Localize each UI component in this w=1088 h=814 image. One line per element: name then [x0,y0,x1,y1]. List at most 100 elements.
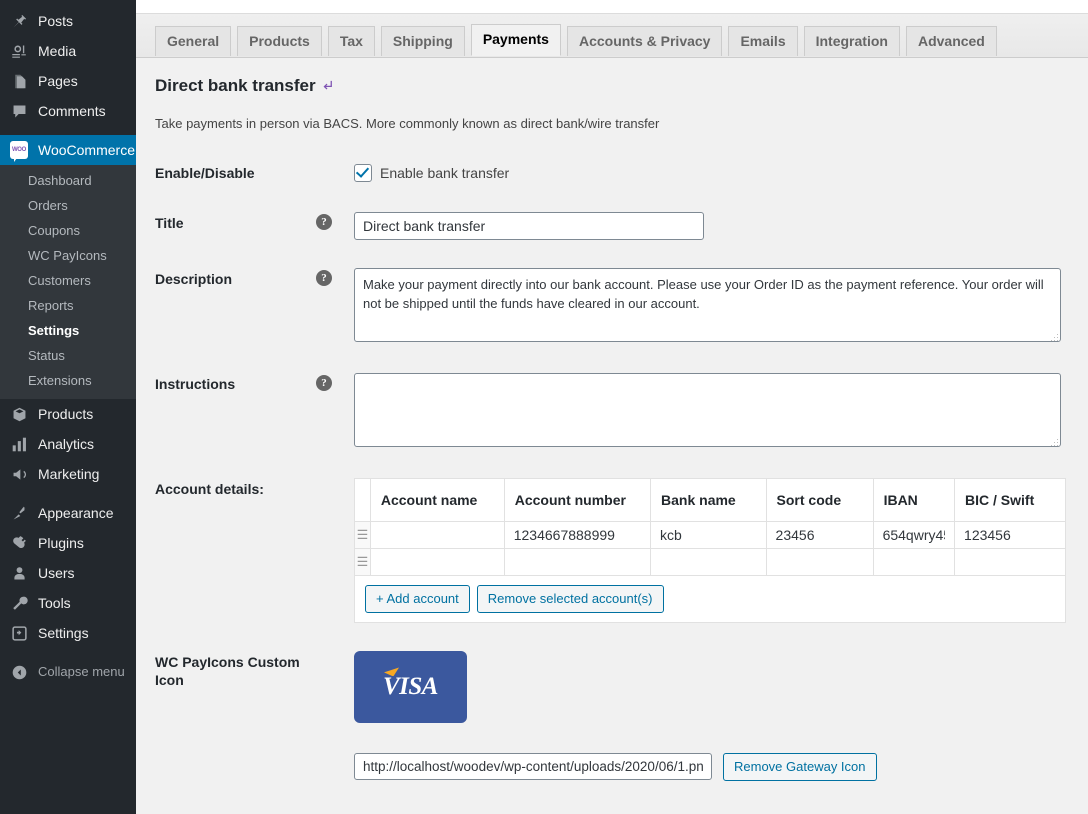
sidebar-item-label: Posts [38,13,74,29]
sidebar-separator [0,648,136,657]
submenu-item-settings[interactable]: Settings [0,318,136,343]
cell-sort-code[interactable] [766,521,873,548]
sidebar-item-pages[interactable]: Pages [0,66,136,96]
field-row-instructions: Instructions ? [155,359,1076,464]
sidebar-item-woocommerce[interactable]: WOO WooCommerce [0,135,144,165]
field-label-instructions: Instructions ? [155,359,354,464]
visa-brand-text: VISA [383,673,438,701]
cell-account-name[interactable] [370,521,504,548]
cell-iban[interactable] [873,548,955,575]
return-arrow-icon[interactable] [323,80,334,95]
submenu-item-coupons[interactable]: Coupons [0,218,136,243]
settings-form-table: Enable/Disable Enable bank transfer Titl… [155,148,1076,795]
submit-row: Save changes [155,808,1076,814]
account-details-panel: Account name Account number Bank name So… [354,477,1066,623]
page-description: Take payments in person via BACS. More c… [155,116,660,132]
sidebar-item-posts[interactable]: Posts [0,6,136,36]
products-icon [9,404,29,424]
sidebar-item-label: Products [38,406,94,422]
cell-iban[interactable] [873,521,955,548]
cell-sort-code[interactable] [766,548,873,575]
page-title: Direct bank transfer [155,75,1076,97]
tab-payments[interactable]: Payments [470,24,561,56]
tab-emails[interactable]: Emails [728,26,798,56]
instructions-textarea[interactable] [354,372,1061,447]
admin-sidebar: Posts Media Pages Comments WOO WooCommer… [0,0,144,814]
help-tip-icon[interactable]: ? [316,374,332,391]
submenu-item-reports[interactable]: Reports [0,293,136,318]
cell-account-name[interactable] [370,548,504,575]
cell-account-number[interactable] [504,548,651,575]
table-row: ☰ [355,548,1065,576]
column-header-sort-code: Sort code [766,478,874,522]
field-label-enable: Enable/Disable [155,148,354,198]
sidebar-item-label: Analytics [38,436,95,452]
sidebar-item-settings[interactable]: Settings [0,618,136,648]
add-account-button[interactable]: + Add account [365,584,470,613]
sidebar-item-label: Media [38,43,77,59]
cell-bank-name[interactable] [651,521,766,548]
column-header-iban: IBAN [873,478,956,522]
submenu-item-wc-payicons[interactable]: WC PayIcons [0,243,136,268]
tab-tax[interactable]: Tax [327,26,375,56]
drag-handle-icon[interactable]: ☰ [355,521,371,549]
cell-account-number[interactable] [504,521,651,548]
settings-icon [9,623,29,643]
sidebar-item-label: Plugins [38,535,84,551]
drag-handle-icon[interactable]: ☰ [355,548,371,576]
media-icon [9,41,29,61]
appearance-icon [9,503,29,523]
sidebar-collapse-label: Collapse menu [38,664,125,679]
field-row-enable: Enable/Disable Enable bank transfer [155,148,1076,198]
sidebar-item-comments[interactable]: Comments [0,96,136,126]
submenu-item-extensions[interactable]: Extensions [0,368,136,393]
field-label-text: Enable/Disable [155,164,255,181]
submenu-item-orders[interactable]: Orders [0,193,136,218]
submenu-item-customers[interactable]: Customers [0,268,136,293]
sidebar-item-users[interactable]: Users [0,558,136,588]
field-label-text: Account details: [155,480,264,497]
enable-checkbox-row[interactable]: Enable bank transfer [354,162,1066,182]
tab-accounts-privacy[interactable]: Accounts & Privacy [566,26,723,56]
gateway-icon-url-row: Remove Gateway Icon [354,752,1066,781]
pages-icon [9,71,29,91]
sidebar-item-products[interactable]: Products [0,399,136,429]
cell-bic-swift[interactable] [955,548,1065,575]
woocommerce-badge-label: WOO [11,147,27,153]
cell-bic-swift[interactable] [955,521,1065,548]
sidebar-item-media[interactable]: Media [0,36,136,66]
sidebar-item-appearance[interactable]: Appearance [0,498,136,528]
enable-bank-transfer-checkbox[interactable] [354,163,372,182]
sidebar-item-plugins[interactable]: Plugins [0,528,136,558]
submenu-item-status[interactable]: Status [0,343,136,368]
help-tip-icon[interactable]: ? [316,213,332,230]
title-input[interactable] [354,211,704,240]
tab-products[interactable]: Products [237,26,322,56]
field-label-text: Instructions [155,375,236,392]
tab-shipping[interactable]: Shipping [380,26,465,56]
sidebar-item-label: Tools [38,595,71,611]
sidebar-item-marketing[interactable]: Marketing [0,459,136,489]
tab-general[interactable]: General [155,26,232,56]
gateway-icon-url-input[interactable] [354,753,712,781]
sidebar-item-tools[interactable]: Tools [0,588,136,618]
remove-selected-accounts-button[interactable]: Remove selected account(s) [476,584,664,613]
field-label-custom-icon: WC PayIcons Custom Icon [155,637,354,795]
settings-content: Direct bank transfer Take payments in pe… [136,75,1088,814]
comments-icon [9,101,29,121]
field-label-text: Title [155,214,184,231]
sidebar-collapse-menu[interactable]: Collapse menu [0,657,136,687]
tab-integration[interactable]: Integration [803,26,900,56]
sidebar-item-analytics[interactable]: Analytics [0,429,136,459]
woocommerce-submenu: Dashboard Orders Coupons WC PayIcons Cus… [0,165,136,399]
cell-bank-name[interactable] [651,548,766,575]
settings-tabs-bar: General Products Tax Shipping Payments A… [136,14,1088,58]
sidebar-item-label: Users [38,565,75,581]
description-textarea[interactable]: Make your payment directly into our bank… [354,267,1061,342]
tab-advanced[interactable]: Advanced [905,26,997,56]
help-tip-icon[interactable]: ? [316,269,332,286]
page-title-text: Direct bank transfer [155,76,316,95]
field-label-text: WC PayIcons Custom Icon [155,653,300,689]
submenu-item-dashboard[interactable]: Dashboard [0,168,136,193]
remove-gateway-icon-button[interactable]: Remove Gateway Icon [723,752,877,781]
